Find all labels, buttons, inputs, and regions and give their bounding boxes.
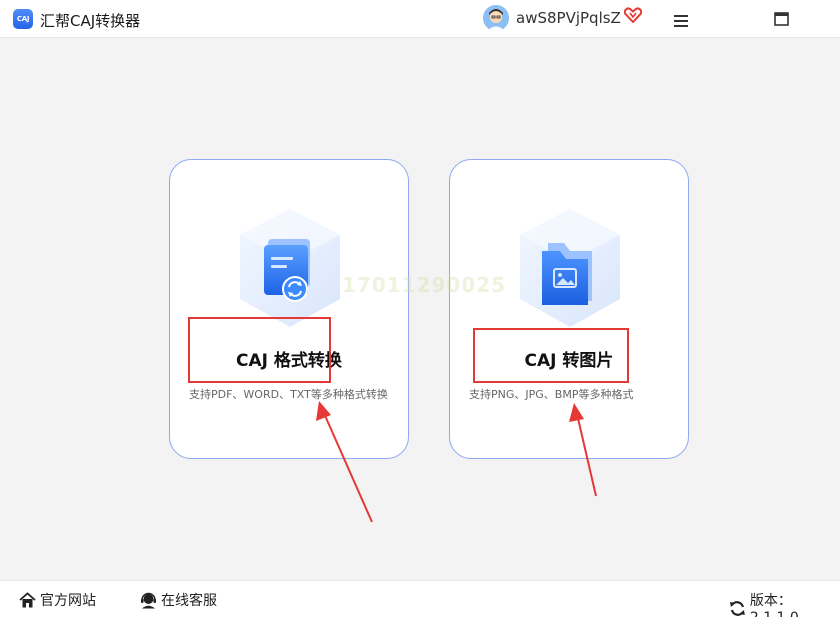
- highlight-box-card1: [188, 317, 331, 383]
- card-description: 支持PDF、WORD、TXT等多种格式转换: [189, 388, 388, 401]
- caj-to-image-card[interactable]: CAJ 转图片 支持PNG、JPG、BMP等多种格式: [449, 159, 689, 459]
- official-site-link[interactable]: 官方网站: [19, 590, 96, 610]
- official-site-label: 官方网站: [40, 593, 96, 609]
- caj-format-convert-card[interactable]: CAJ 格式转换 支持PDF、WORD、TXT等多种格式转换: [169, 159, 409, 459]
- footer-bar: 官方网站 在线客服 版本：2.1.1.0: [0, 580, 840, 617]
- home-icon: [19, 591, 36, 607]
- title-bar: CAJ 汇帮CAJ转换器 awS8PVjPqlsZ: [0, 0, 840, 38]
- version-label: 版本：2.1.1.0: [749, 593, 799, 617]
- app-logo: CAJ: [13, 9, 33, 29]
- image-folder-icon: [520, 209, 620, 327]
- vip-heart-icon[interactable]: [623, 7, 643, 24]
- version-info[interactable]: 版本：2.1.1.0: [729, 590, 840, 617]
- online-service-label: 在线客服: [161, 593, 217, 609]
- maximize-icon[interactable]: [774, 11, 789, 26]
- card-description: 支持PNG、JPG、BMP等多种格式: [469, 388, 634, 401]
- app-title: 汇帮CAJ转换器: [40, 12, 141, 30]
- app-logo-text: CAJ: [16, 15, 30, 23]
- user-avatar[interactable]: [483, 5, 509, 31]
- username[interactable]: awS8PVjPqlsZ: [516, 9, 621, 27]
- document-convert-icon: [240, 209, 340, 327]
- online-service-link[interactable]: 在线客服: [140, 590, 217, 610]
- watermark: 17011290025: [342, 273, 507, 297]
- refresh-icon: [729, 600, 745, 616]
- annotation-arrows: [316, 401, 597, 523]
- customer-service-icon: [141, 592, 156, 608]
- highlight-box-card2: [473, 328, 629, 383]
- menu-icon[interactable]: [674, 12, 688, 27]
